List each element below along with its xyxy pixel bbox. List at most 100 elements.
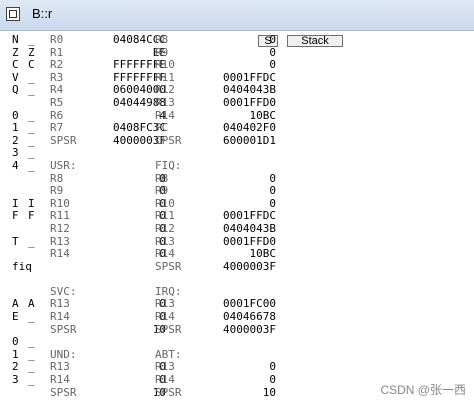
- register-row: E _ R14 0 R14 04046678: [12, 310, 474, 324]
- register-name: SPSR: [155, 259, 182, 273]
- register-value: 040402F0: [223, 121, 276, 135]
- register-row: R8 0 R8 0: [12, 171, 474, 186]
- flag-label: C: [12, 58, 19, 72]
- register-name: CPSR: [155, 133, 182, 147]
- flag-value: _: [28, 158, 35, 172]
- flag-label: 1: [12, 121, 19, 135]
- register-name: R10: [155, 58, 175, 72]
- register-value: 4000003F: [223, 322, 276, 336]
- flag-value: C: [28, 58, 35, 72]
- register-name: SPSR: [155, 322, 182, 336]
- flag-label: 3: [12, 373, 19, 387]
- flag-label: 4: [12, 158, 19, 172]
- register-value: 04084CCC: [113, 33, 166, 46]
- register-row: R12 0 R12 0404043B: [12, 221, 474, 236]
- register-row: 1 _ R7 0408FC3C PC 040402F0: [12, 122, 474, 135]
- flag-value: _: [28, 33, 35, 46]
- register-name: R13: [155, 95, 175, 109]
- flag-value: _: [28, 83, 35, 97]
- flag-value: _: [28, 310, 35, 324]
- register-value: 10BC: [249, 247, 277, 261]
- flag-value: F: [28, 209, 35, 223]
- register-name: R14: [155, 310, 175, 324]
- register-row: C C R2 FFFFFFFE R10 0: [12, 59, 474, 72]
- register-row: R14 0 R14 10BC: [12, 247, 474, 261]
- register-value: 0: [159, 171, 166, 185]
- register-value: 0: [159, 221, 166, 235]
- flag-label: fiq: [12, 259, 32, 273]
- register-name: R2: [50, 58, 64, 72]
- register-row: 2 _ SPSR 4000003F CPSR 600001D1: [12, 133, 474, 148]
- register-row: Z Z R1 EE R9 0: [12, 46, 474, 60]
- register-row: 3 _: [12, 147, 474, 160]
- register-name: R9: [50, 184, 64, 198]
- register-row: 1 _ UND: ABT:: [12, 348, 474, 362]
- register-value: 4000003F: [223, 259, 276, 273]
- flag-value: _: [28, 121, 35, 135]
- window-title: B::r: [32, 6, 53, 21]
- register-row: 2 _ R13 0 R13 0: [12, 361, 474, 374]
- register-value: 10: [152, 385, 166, 399]
- title-bar[interactable]: B::r: [0, 0, 474, 31]
- flag-label: F: [12, 209, 19, 223]
- register-row: N _ R0 04084CCC R8 0: [12, 33, 474, 47]
- register-value: 0001FFD0: [223, 95, 276, 109]
- flag-value: _: [28, 373, 35, 387]
- flag-label: T: [12, 234, 19, 248]
- flag-label: 0: [12, 335, 19, 349]
- register-row: 4 _ USR: FIQ:: [12, 158, 474, 173]
- register-name: R14: [155, 373, 175, 387]
- register-name: SPSR: [50, 133, 77, 147]
- register-value: 0: [269, 184, 276, 198]
- flag-label: Q: [12, 83, 19, 97]
- register-name: R14: [50, 373, 70, 387]
- register-list: N _ R0 04084CCC R8 0 Z Z R1 EE R9 0 C C R2 FFFFFFFE R10 0…: [12, 33, 474, 404]
- register-row: R5 04044988 R13 0001FFD0: [12, 95, 474, 110]
- register-value: 0: [159, 373, 166, 387]
- register-row: fiq SPSR 4000003F: [12, 259, 474, 274]
- register-name: R14: [155, 247, 175, 261]
- register-value: 0: [159, 247, 166, 261]
- register-name: R12: [50, 221, 70, 235]
- register-value: 0: [269, 58, 276, 72]
- register-row: 0 _: [12, 336, 474, 349]
- register-value: 10: [152, 322, 166, 336]
- register-value: 0: [159, 196, 166, 210]
- register-value: 0: [159, 234, 166, 248]
- register-value: 04044988: [113, 95, 166, 109]
- watermark: CSDN @张一西: [380, 383, 466, 397]
- register-value: 10: [262, 385, 276, 399]
- register-value: 0: [159, 310, 166, 324]
- register-value: 0: [269, 171, 276, 185]
- flag-label: E: [12, 310, 19, 324]
- register-row: R9 0 R9 0: [12, 185, 474, 198]
- register-value: 0: [269, 33, 276, 46]
- register-row: T _ R13 0 R13 0001FFD0: [12, 234, 474, 249]
- register-name: FIQ:: [155, 158, 182, 172]
- register-value: 0408FC3C: [113, 121, 166, 135]
- register-name: R12: [155, 221, 175, 235]
- register-value: 0: [269, 360, 276, 374]
- register-name: R14: [50, 247, 70, 261]
- register-value: 600001D1: [223, 133, 276, 147]
- register-name: R14: [50, 310, 70, 324]
- register-name: R0: [50, 33, 64, 46]
- register-value: 0: [159, 360, 166, 374]
- register-name: R9: [155, 184, 169, 198]
- register-name: R7: [50, 121, 64, 135]
- register-value: 0: [269, 373, 276, 387]
- flag-label: N: [12, 33, 19, 46]
- register-value: 0: [159, 209, 166, 223]
- register-value: 0404043B: [223, 221, 276, 235]
- register-name: PC: [155, 121, 169, 135]
- register-value: 4000003F: [113, 133, 166, 147]
- flag-value: _: [28, 234, 35, 248]
- register-name: SPSR: [50, 322, 77, 336]
- register-value: 0: [159, 297, 166, 311]
- register-name: SPSR: [155, 385, 182, 399]
- register-name: USR:: [50, 158, 77, 172]
- register-name: R5: [50, 95, 64, 109]
- window-icon: [6, 7, 20, 21]
- register-name: SPSR: [50, 385, 77, 399]
- flag-value: _: [28, 335, 35, 349]
